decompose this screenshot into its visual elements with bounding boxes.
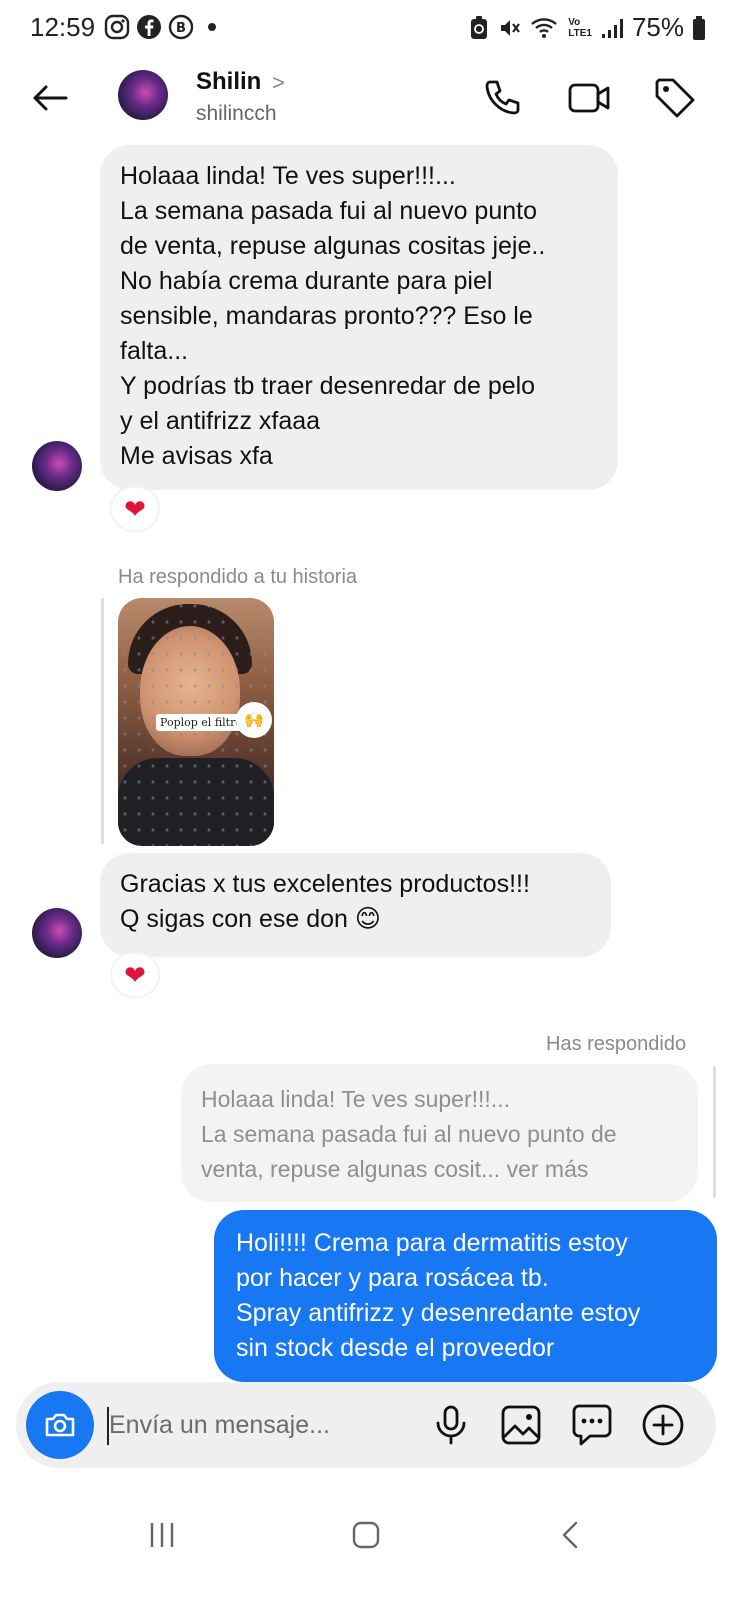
home-icon <box>352 1521 380 1549</box>
incoming-message-bubble[interactable]: Holaaa linda! Te ves super!!!... La sema… <box>100 145 618 490</box>
contact-avatar[interactable] <box>118 70 168 120</box>
mute-icon <box>501 19 521 36</box>
back-nav-icon <box>562 1521 578 1549</box>
chat-header: Shilin > shilincch <box>0 60 746 136</box>
recent-apps-icon <box>150 1523 174 1547</box>
battery-saver-icon <box>471 15 488 39</box>
incoming-message-bubble[interactable]: Gracias x tus excelentes productos!!! Q … <box>100 853 611 957</box>
story-thumbnail[interactable]: Poplop el filtro 😜 🙌 <box>118 598 274 846</box>
wifi-icon <box>531 17 558 38</box>
contact-username[interactable]: shilincch <box>196 102 277 126</box>
sticker-icon[interactable] <box>568 1401 616 1449</box>
phone-icon[interactable] <box>478 74 526 122</box>
heart-reaction[interactable]: ❤ <box>110 486 160 532</box>
message-input[interactable] <box>109 1404 419 1446</box>
tag-icon[interactable] <box>651 74 699 122</box>
home-button[interactable] <box>331 1500 401 1570</box>
sender-avatar[interactable] <box>32 441 82 491</box>
status-notification-icons: B <box>104 14 216 40</box>
heart-reaction[interactable]: ❤ <box>110 952 160 998</box>
instagram-icon <box>104 14 130 40</box>
signal-icon <box>601 18 623 38</box>
status-system-icons: Vo LTE1 75% <box>468 12 706 43</box>
sender-avatar[interactable] <box>32 908 82 958</box>
message-composer <box>16 1382 716 1468</box>
network-indicator: Vo LTE1 <box>568 17 592 39</box>
chevron-right-icon: > <box>272 70 285 95</box>
battery-icon <box>693 15 705 40</box>
reply-quote-line <box>713 1066 716 1198</box>
camera-icon <box>45 1413 75 1437</box>
story-sticker: 🙌 <box>236 702 272 738</box>
story-reply-label: Ha respondido a tu historia <box>118 566 358 588</box>
facebook-icon <box>137 15 161 39</box>
reply-label: Has respondido <box>546 1033 687 1055</box>
outgoing-message-bubble[interactable]: Holi!!!! Crema para dermatitis estoy por… <box>214 1210 717 1382</box>
video-icon[interactable] <box>566 74 614 122</box>
gallery-icon[interactable] <box>497 1401 545 1449</box>
plus-icon[interactable] <box>639 1401 687 1449</box>
quoted-message[interactable]: Holaaa linda! Te ves super!!!... La sema… <box>181 1064 698 1202</box>
lte-label: LTE1 <box>568 27 592 39</box>
volte-label: Vo <box>568 16 581 28</box>
back-arrow-icon[interactable] <box>26 74 74 122</box>
battery-percentage: 75% <box>631 12 684 42</box>
camera-button[interactable] <box>26 1391 94 1459</box>
status-time: 12:59 <box>30 12 96 42</box>
recent-apps-button[interactable] <box>127 1500 197 1570</box>
more-notifications-dot <box>208 23 216 31</box>
microphone-icon[interactable] <box>427 1401 475 1449</box>
back-nav-button[interactable] <box>537 1500 607 1570</box>
b-badge-icon: B <box>168 14 194 40</box>
story-quote-line <box>101 598 104 844</box>
svg-text:B: B <box>176 21 186 36</box>
status-bar: 12:59 B Vo LTE1 75% <box>0 0 746 56</box>
contact-name[interactable]: Shilin <box>196 68 261 96</box>
system-navigation-bar <box>0 1480 746 1600</box>
